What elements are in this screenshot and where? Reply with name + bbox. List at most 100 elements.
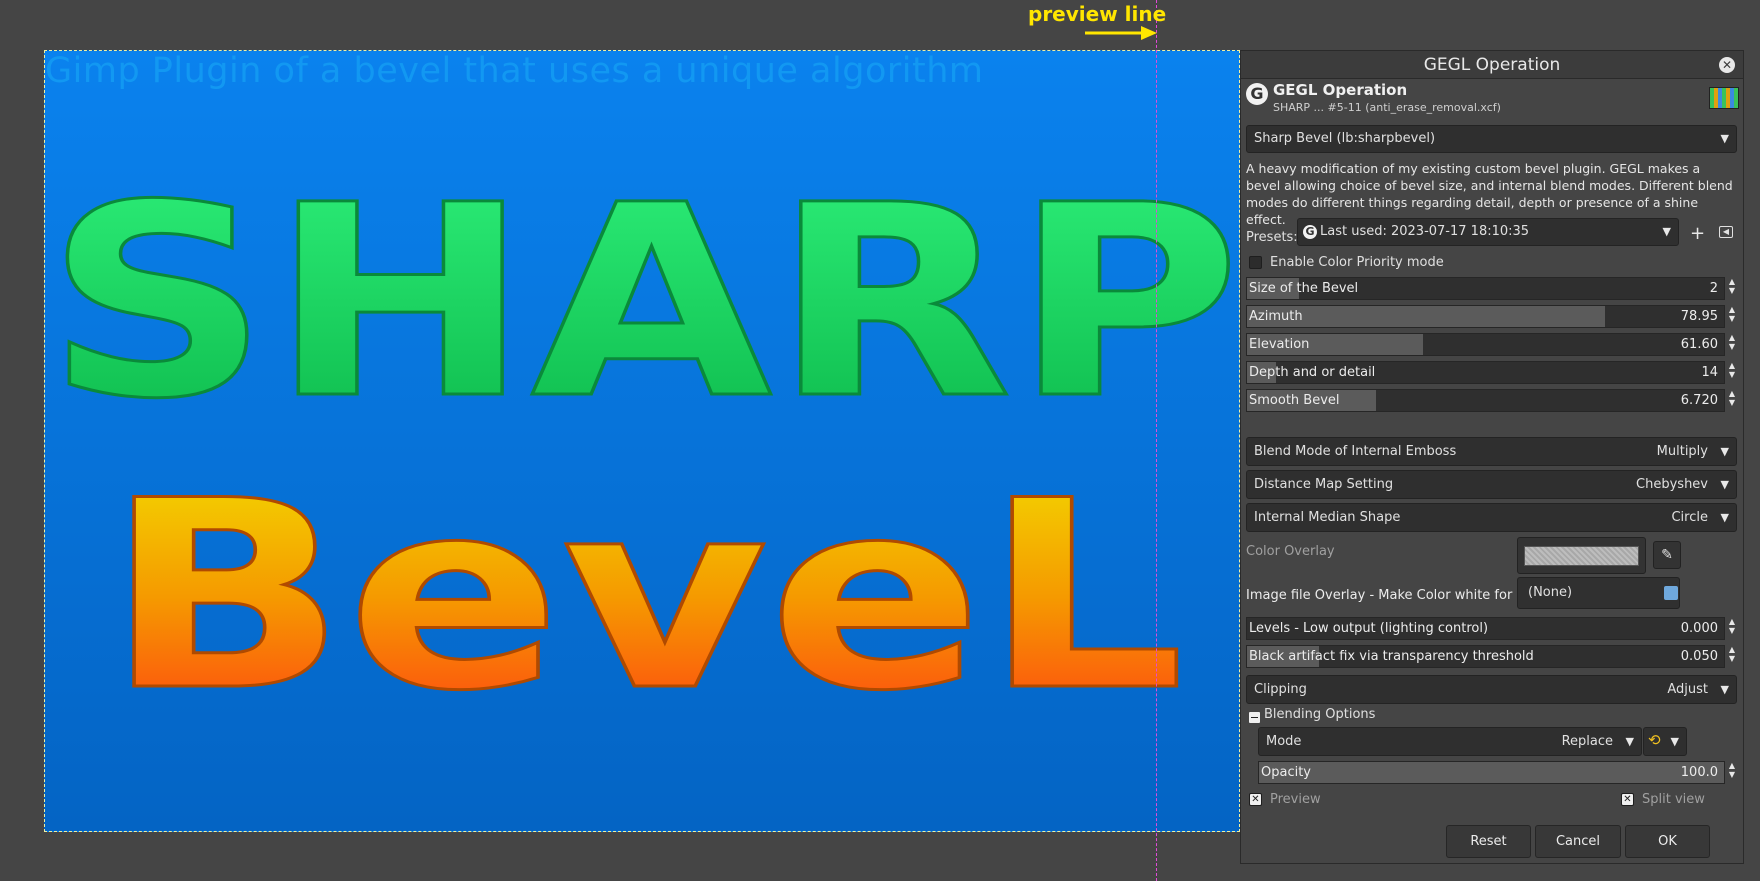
opacity-slider[interactable]: Opacity 100.0 (1258, 761, 1725, 784)
header-title: GEGL Operation (1273, 81, 1408, 99)
add-preset-icon[interactable]: + (1690, 223, 1705, 244)
image-overlay-file-button[interactable]: (None) (1517, 577, 1680, 609)
preview-split-line (1156, 0, 1157, 881)
ok-button[interactable]: OK (1625, 825, 1710, 858)
chevron-down-icon: ▼ (1720, 683, 1729, 696)
chevron-down-icon: ▼ (1720, 511, 1729, 524)
slider-fill (1259, 762, 1724, 783)
bevel-word: BeveL (105, 446, 1185, 748)
composite-mode-button[interactable]: ⟲ ▼ (1643, 727, 1687, 756)
slider-value[interactable]: 2 (1710, 281, 1718, 296)
depth-detail-slider[interactable]: Depth and or detail 14 (1246, 361, 1725, 384)
size-of-bevel-slider[interactable]: Size of the Bevel 2 (1246, 277, 1725, 300)
spin-arrows-icon[interactable]: ▲ ▼ (1727, 617, 1737, 635)
chevron-down-icon: ▼ (1670, 735, 1679, 748)
color-overlay-button[interactable] (1517, 537, 1646, 574)
levels-low-output-slider[interactable]: Levels - Low output (lighting control) 0… (1246, 617, 1725, 640)
operation-select[interactable]: Sharp Bevel (lb:sharpbevel) ▼ (1246, 125, 1737, 153)
dialog-title: GEGL Operation (1423, 55, 1561, 75)
slider-label: Black artifact fix via transparency thre… (1249, 649, 1534, 664)
blend-mode-emboss-select[interactable]: Blend Mode of Internal Emboss Multiply ▼ (1246, 437, 1737, 466)
reset-arrow-icon: ⟲ (1648, 731, 1661, 749)
gegl-operation-dialog: GEGL Operation ✕ G GEGL Operation SHARP … (1240, 50, 1744, 864)
close-icon[interactable]: ✕ (1719, 57, 1735, 73)
slider-value[interactable]: 100.0 (1681, 765, 1718, 780)
presets-value: Last used: 2023-07-17 18:10:35 (1320, 224, 1530, 239)
chevron-down-icon: ▼ (1662, 225, 1671, 238)
spin-arrows-icon[interactable]: ▲ ▼ (1727, 277, 1737, 295)
slider-label: Levels - Low output (lighting control) (1249, 621, 1489, 636)
spin-arrows-icon[interactable]: ▲ ▼ (1727, 645, 1737, 663)
combo-label: Clipping (1254, 682, 1307, 697)
blending-options-label[interactable]: Blending Options (1264, 707, 1375, 722)
image-canvas[interactable]: Gimp Plugin of a bevel that uses a uniqu… (44, 50, 1240, 832)
color-overlay-label: Color Overlay (1246, 544, 1335, 559)
preset-menu-icon[interactable]: ◀ (1719, 226, 1733, 238)
slider-value[interactable]: 0.050 (1681, 649, 1718, 664)
checkbox-box[interactable]: ✕ (1249, 793, 1262, 806)
spin-arrows-icon[interactable]: ▲ ▼ (1727, 761, 1737, 779)
azimuth-slider[interactable]: Azimuth 78.95 (1246, 305, 1725, 328)
combo-label: Internal Median Shape (1254, 510, 1401, 525)
preview-line-annotation: preview line (1028, 2, 1167, 26)
presets-select[interactable]: G Last used: 2023-07-17 18:10:35 ▼ (1297, 218, 1679, 246)
slider-label: Size of the Bevel (1249, 281, 1359, 296)
combo-label: Blend Mode of Internal Emboss (1254, 444, 1457, 459)
header-subtitle: SHARP ... #5-11 (anti_erase_removal.xcf) (1273, 101, 1501, 114)
slider-label: Opacity (1261, 765, 1312, 780)
smooth-bevel-slider[interactable]: Smooth Bevel 6.720 (1246, 389, 1725, 412)
gegl-preset-icon: G (1303, 225, 1317, 239)
combo-label: Mode (1266, 734, 1302, 749)
combo-value: Chebyshev (1636, 477, 1708, 492)
slider-label: Smooth Bevel (1249, 393, 1340, 408)
color-priority-label: Enable Color Priority mode (1270, 255, 1444, 270)
combo-value: Circle (1671, 510, 1708, 525)
slider-label: Azimuth (1249, 309, 1303, 324)
elevation-slider[interactable]: Elevation 61.60 (1246, 333, 1725, 356)
slider-value[interactable]: 0.000 (1681, 621, 1718, 636)
slider-value[interactable]: 61.60 (1681, 337, 1718, 352)
spin-arrows-icon[interactable]: ▲ ▼ (1727, 305, 1737, 323)
collapse-icon[interactable] (1249, 712, 1260, 723)
open-file-icon[interactable] (1664, 586, 1678, 600)
chevron-down-icon: ▼ (1720, 132, 1729, 145)
checkbox-box[interactable] (1249, 256, 1262, 269)
median-shape-select[interactable]: Internal Median Shape Circle ▼ (1246, 503, 1737, 532)
bevel-text-artwork: SHARP BeveL (45, 148, 1240, 750)
distance-map-select[interactable]: Distance Map Setting Chebyshev ▼ (1246, 470, 1737, 499)
chevron-down-icon: ▼ (1625, 735, 1634, 748)
checkbox-box[interactable]: ✕ (1621, 793, 1634, 806)
dialog-header: G GEGL Operation SHARP ... #5-11 (anti_e… (1241, 79, 1743, 115)
combo-value: Multiply (1656, 444, 1708, 459)
blend-mode-select[interactable]: Mode Replace ▼ (1258, 727, 1642, 756)
operation-value: Sharp Bevel (lb:sharpbevel) (1254, 131, 1436, 146)
slider-label: Elevation (1249, 337, 1310, 352)
file-value: (None) (1528, 585, 1573, 600)
chevron-down-icon: ▼ (1720, 445, 1729, 458)
slider-label: Depth and or detail (1249, 365, 1376, 380)
preview-label: Preview (1270, 792, 1321, 807)
slider-value[interactable]: 6.720 (1681, 393, 1718, 408)
black-artifact-fix-slider[interactable]: Black artifact fix via transparency thre… (1246, 645, 1725, 668)
spin-arrows-icon[interactable]: ▲ ▼ (1727, 389, 1737, 407)
color-picker-icon[interactable]: ✎ (1653, 541, 1681, 569)
combo-value: Adjust (1667, 682, 1708, 697)
color-swatch (1524, 546, 1639, 566)
spin-arrows-icon[interactable]: ▲ ▼ (1727, 333, 1737, 351)
chevron-down-icon: ▼ (1720, 478, 1729, 491)
gimp-gegl-icon: G (1246, 83, 1268, 105)
clipping-select[interactable]: Clipping Adjust ▼ (1246, 675, 1737, 704)
dialog-titlebar[interactable]: GEGL Operation ✕ (1241, 51, 1743, 79)
presets-label: Presets: (1246, 230, 1298, 245)
reset-button[interactable]: Reset (1446, 825, 1531, 858)
slider-value[interactable]: 14 (1701, 365, 1718, 380)
sharp-word: SHARP (45, 149, 1240, 457)
combo-value: Replace (1561, 734, 1613, 749)
arrow-right-icon (1085, 26, 1157, 40)
slider-value[interactable]: 78.95 (1681, 309, 1718, 324)
spin-arrows-icon[interactable]: ▲ ▼ (1727, 361, 1737, 379)
cancel-button[interactable]: Cancel (1535, 825, 1621, 858)
combo-label: Distance Map Setting (1254, 477, 1394, 492)
split-view-label: Split view (1642, 792, 1705, 807)
image-thumbnail (1709, 87, 1739, 109)
